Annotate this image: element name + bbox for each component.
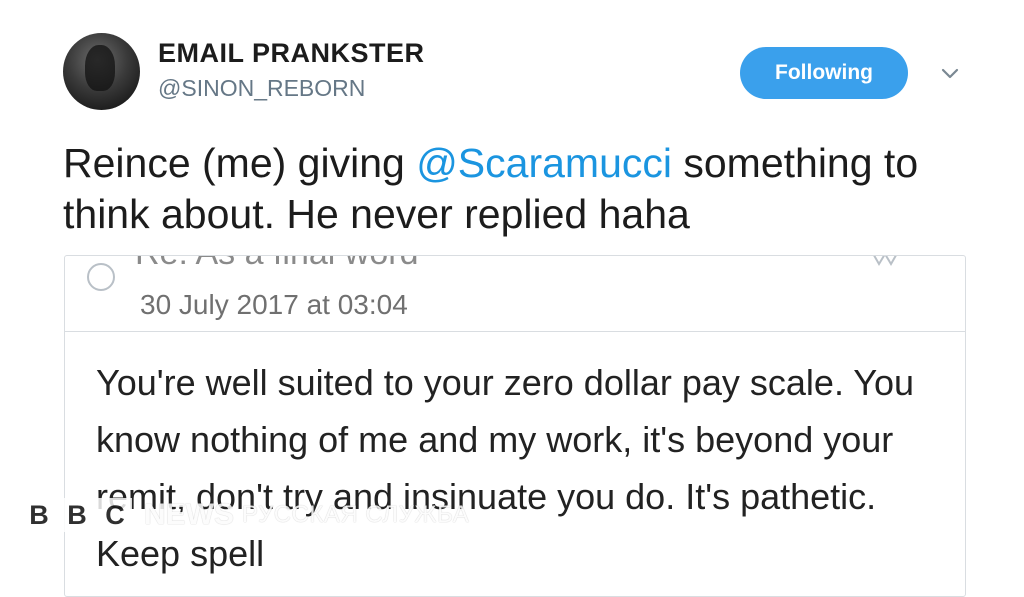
divider	[65, 331, 965, 332]
user-handle[interactable]: @SINON_REBORN	[158, 75, 365, 102]
mention-link[interactable]: @Scaramucci	[416, 140, 672, 186]
email-subject: Re: As a final word	[135, 256, 418, 273]
tweet-text-before: Reince (me) giving	[63, 140, 417, 186]
email-date: 30 July 2017 at 03:04	[140, 289, 408, 320]
star-icon[interactable]	[869, 255, 901, 270]
email-screenshot: Re: As a final word 30 July 2017 at 03:0…	[64, 255, 966, 597]
following-button[interactable]: Following	[740, 47, 908, 99]
service-label: РУССКАЯ СЛУЖБА	[242, 501, 470, 528]
email-body: You're well suited to your zero dollar p…	[96, 362, 915, 574]
display-name[interactable]: EMAIL PRANKSTER	[158, 38, 425, 69]
bbc-letter-b1: B	[22, 498, 56, 532]
news-label: NEWS	[144, 498, 234, 531]
bbc-watermark: B B C NEWS РУССКАЯ СЛУЖБА	[22, 497, 469, 533]
avatar[interactable]	[63, 33, 140, 110]
bbc-letter-b2: B	[60, 498, 94, 532]
bbc-letter-c: C	[98, 498, 132, 532]
tweet-text: Reince (me) giving @Scaramucci something…	[63, 138, 983, 240]
chevron-down-icon[interactable]	[938, 62, 962, 86]
radio-circle-icon[interactable]	[87, 263, 115, 291]
avatar-figure	[85, 45, 115, 91]
